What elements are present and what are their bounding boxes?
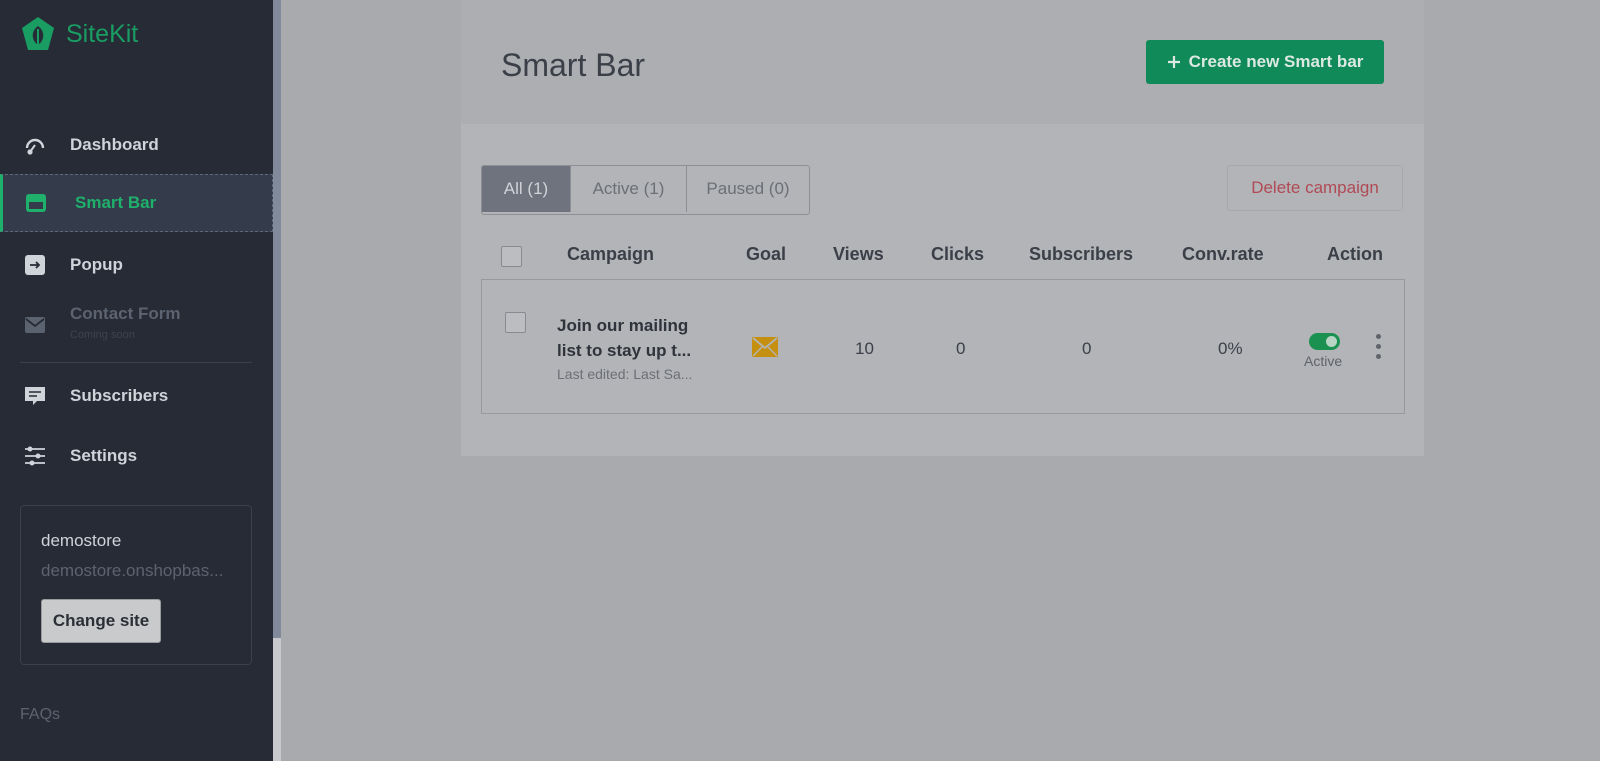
page-header: Smart Bar Create new Smart bar <box>461 0 1424 124</box>
column-header-conv-rate: Conv.rate <box>1182 244 1264 264</box>
create-button-label: Create new Smart bar <box>1188 52 1364 71</box>
sidebar-item-settings[interactable]: Settings <box>0 427 273 485</box>
popup-icon <box>25 255 45 275</box>
page-title: Smart Bar <box>501 47 646 83</box>
tab-all[interactable]: All (1) <box>482 166 571 212</box>
sidebar-item-dashboard[interactable]: Dashboard <box>0 116 273 174</box>
sidebar-item-label: Subscribers <box>70 386 169 405</box>
filter-tabs: All (1) Active (1) Paused (0) <box>481 165 810 215</box>
sidebar-item-smart-bar[interactable]: Smart Bar <box>0 174 273 232</box>
change-site-button[interactable]: Change site <box>41 599 161 643</box>
sidebar-divider <box>20 362 252 363</box>
subscribers-chat-icon <box>25 387 45 405</box>
site-switcher: demostore demostore.onshopbas... Change … <box>20 505 252 665</box>
status-toggle[interactable] <box>1309 333 1340 350</box>
campaign-panel: All (1) Active (1) Paused (0) Delete cam… <box>461 124 1424 456</box>
more-actions-icon[interactable] <box>1376 334 1382 362</box>
app-name: SiteKit <box>66 19 139 48</box>
status-label: Active <box>1304 353 1343 369</box>
tab-paused[interactable]: Paused (0) <box>687 166 809 212</box>
campaign-title[interactable]: Join our mailing list to stay up t... <box>557 313 707 363</box>
sidebar-item-label: Contact Form <box>70 304 181 323</box>
smart-bar-icon <box>26 194 46 212</box>
clicks-value: 0 <box>956 339 966 358</box>
row-checkbox[interactable] <box>505 312 526 333</box>
subscribers-value: 0 <box>1082 339 1092 358</box>
sidebar-item-label: Dashboard <box>70 135 159 154</box>
conv-rate-value: 0% <box>1218 339 1243 358</box>
sidebar-item-label: Settings <box>70 446 138 465</box>
table-row[interactable]: Join our mailing list to stay up t... La… <box>481 279 1405 414</box>
faqs-link[interactable]: FAQs <box>20 706 60 724</box>
site-url: demostore.onshopbas... <box>41 561 224 580</box>
select-all-checkbox[interactable] <box>501 246 522 267</box>
site-name: demostore <box>41 531 122 550</box>
app-logo[interactable]: SiteKit <box>20 16 138 52</box>
settings-sliders-icon <box>25 446 45 466</box>
column-header-goal: Goal <box>746 244 787 264</box>
column-header-action: Action <box>1327 244 1383 264</box>
sidebar: SiteKit Dashboard Smart Bar Popup Contac… <box>0 0 273 761</box>
sidebar-item-label: Smart Bar <box>75 193 157 212</box>
column-header-subscribers: Subscribers <box>1029 244 1134 264</box>
column-header-clicks: Clicks <box>931 244 985 264</box>
dashboard-gauge-icon <box>25 138 45 155</box>
column-header-views: Views <box>833 244 884 264</box>
envelope-icon <box>752 337 778 357</box>
sidebar-item-label: Popup <box>70 255 123 274</box>
coming-soon-note: Coming soon <box>70 329 135 341</box>
create-smart-bar-button[interactable]: Create new Smart bar <box>1146 40 1384 84</box>
plus-icon <box>1167 56 1180 68</box>
delete-campaign-button[interactable]: Delete campaign <box>1227 165 1403 211</box>
column-header-campaign: Campaign <box>567 244 655 264</box>
views-value: 10 <box>855 339 874 358</box>
sidebar-item-contact-form: Contact Form Coming soon <box>0 296 273 352</box>
sidebar-item-popup[interactable]: Popup <box>0 236 273 294</box>
sidebar-item-subscribers[interactable]: Subscribers <box>0 367 273 425</box>
tab-active[interactable]: Active (1) <box>571 166 687 212</box>
envelope-icon <box>25 317 45 333</box>
sidebar-scrollbar-thumb[interactable] <box>273 0 281 638</box>
campaign-last-edited: Last edited: Last Sa... <box>557 366 693 382</box>
sitekit-logo-icon <box>22 17 54 50</box>
